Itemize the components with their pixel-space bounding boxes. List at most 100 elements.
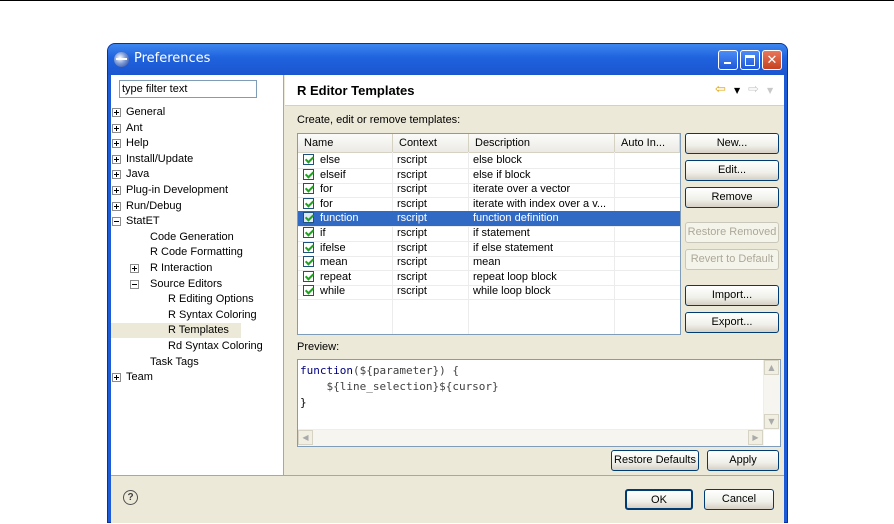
tree-item-plug-in-development[interactable]: Plug-in Development: [111, 183, 249, 198]
table-row[interactable]: elseif rscript else if block: [298, 168, 680, 184]
enabled-checkbox[interactable]: [303, 256, 314, 268]
new-button[interactable]: New...: [685, 133, 779, 154]
restore-removed-button[interactable]: Restore Removed: [685, 222, 779, 243]
scroll-right-icon[interactable]: ▶: [748, 430, 763, 445]
enabled-checkbox[interactable]: [303, 241, 314, 253]
enabled-checkbox[interactable]: [303, 227, 314, 238]
scroll-up-icon[interactable]: ▲: [764, 360, 779, 375]
table-row[interactable]: while rscript while loop block: [298, 284, 680, 301]
column-header-context[interactable]: Context: [393, 134, 469, 152]
tree-item-run-debug[interactable]: Run/Debug: [111, 199, 187, 214]
tree-item-code-generation[interactable]: Code Generation: [111, 230, 248, 245]
expand-icon[interactable]: [112, 124, 121, 133]
import-button[interactable]: Import...: [685, 285, 779, 306]
tree-item-label: Install/Update: [126, 153, 194, 165]
cell-context: rscript: [397, 270, 427, 283]
tree-item-java[interactable]: Java: [111, 167, 156, 182]
preview-horizontal-scrollbar[interactable]: ◀ ▶: [298, 429, 764, 446]
scroll-down-icon[interactable]: ▼: [764, 414, 779, 429]
page-title: R Editor Templates: [297, 83, 415, 98]
cell-context: rscript: [397, 168, 427, 181]
back-dropdown-icon[interactable]: ▼: [734, 86, 740, 95]
expand-icon[interactable]: [112, 108, 121, 117]
cell-description: if statement: [473, 227, 530, 239]
table-row[interactable]: if rscript if statement: [298, 226, 680, 242]
expand-icon[interactable]: [112, 170, 121, 179]
preview-editor[interactable]: function(${parameter}) { ${line_selectio…: [297, 359, 781, 447]
tree-item-label: R Syntax Coloring: [168, 309, 257, 321]
export-button[interactable]: Export...: [685, 312, 779, 333]
tree-item-r-syntax-coloring[interactable]: R Syntax Coloring: [111, 308, 278, 323]
expand-icon[interactable]: [130, 264, 139, 273]
maximize-button[interactable]: [740, 50, 760, 70]
cell-context: rscript: [397, 227, 427, 239]
tree-item-r-editing-options[interactable]: R Editing Options: [111, 292, 278, 307]
table-row[interactable]: for rscript iterate with index over a v...: [298, 197, 680, 213]
expand-icon[interactable]: [112, 155, 121, 164]
table-row[interactable]: else rscript else block: [298, 153, 680, 169]
tree-item-task-tags[interactable]: Task Tags: [111, 355, 211, 370]
collapse-icon[interactable]: [130, 280, 139, 289]
forward-dropdown-icon[interactable]: ▼: [767, 86, 773, 95]
tree-item-install-update[interactable]: Install/Update: [111, 152, 218, 167]
ok-button[interactable]: OK: [625, 489, 693, 510]
restore-defaults-button[interactable]: Restore Defaults: [611, 450, 699, 471]
revert-to-default-button[interactable]: Revert to Default: [685, 249, 779, 270]
cell-name: ifelse: [320, 241, 346, 254]
collapse-icon[interactable]: [112, 217, 121, 226]
enabled-checkbox[interactable]: [303, 270, 314, 282]
filter-input[interactable]: type filter text: [119, 80, 257, 98]
preview-line: }: [300, 396, 307, 409]
table-row[interactable]: ifelse rscript if else statement: [298, 241, 680, 257]
tree-item-help[interactable]: Help: [111, 136, 156, 151]
tree-item-rd-syntax-coloring[interactable]: Rd Syntax Coloring: [111, 339, 285, 354]
preview-line: function(${parameter}) {: [300, 364, 459, 377]
cell-description: iterate over a vector: [473, 183, 571, 196]
enabled-checkbox[interactable]: [303, 183, 314, 195]
table-row[interactable]: mean rscript mean: [298, 255, 680, 272]
enabled-checkbox[interactable]: [303, 197, 314, 209]
preview-vertical-scrollbar[interactable]: ▲ ▼: [763, 360, 780, 430]
enabled-checkbox[interactable]: [303, 212, 314, 224]
page-header: R Editor Templates ⇦ ▼ ⇨ ▼: [285, 75, 784, 106]
expand-icon[interactable]: [112, 139, 121, 148]
tree-item-r-code-formatting[interactable]: R Code Formatting: [111, 245, 260, 260]
tree-item-r-interaction[interactable]: R Interaction: [111, 261, 236, 276]
remove-button[interactable]: Remove: [685, 187, 779, 208]
expand-icon[interactable]: [112, 202, 121, 211]
enabled-checkbox[interactable]: [303, 285, 314, 297]
cell-description: iterate with index over a v...: [473, 197, 607, 210]
enabled-checkbox[interactable]: [303, 168, 314, 180]
table-row[interactable]: for rscript iterate over a vector: [298, 182, 680, 199]
cell-context: rscript: [397, 256, 427, 269]
edit-button[interactable]: Edit...: [685, 160, 779, 181]
eclipse-icon: [114, 52, 129, 67]
tree-item-label: R Editing Options: [168, 293, 254, 305]
cancel-button[interactable]: Cancel: [704, 489, 774, 510]
templates-page: R Editor Templates ⇦ ▼ ⇨ ▼ Create, edit …: [285, 75, 784, 475]
table-row[interactable]: function rscript function definition: [298, 211, 680, 228]
close-button[interactable]: ✕: [762, 50, 782, 70]
minimize-button[interactable]: [718, 50, 738, 70]
apply-button[interactable]: Apply: [707, 450, 779, 471]
enabled-checkbox[interactable]: [303, 154, 314, 165]
scroll-left-icon[interactable]: ◀: [298, 430, 313, 445]
tree-item-statet[interactable]: StatET: [111, 214, 168, 229]
cell-context: rscript: [397, 212, 427, 225]
tree-item-r-templates[interactable]: R Templates: [111, 323, 242, 338]
title-bar[interactable]: Preferences ✕: [108, 44, 787, 75]
tree-item-general[interactable]: General: [111, 105, 174, 120]
column-header-name[interactable]: Name: [298, 134, 393, 152]
tree-item-source-editors[interactable]: Source Editors: [111, 277, 242, 292]
tree-item-ant[interactable]: Ant: [111, 121, 150, 136]
back-arrow-icon[interactable]: ⇦: [715, 82, 726, 97]
tree-item-team[interactable]: Team: [111, 370, 156, 385]
help-icon[interactable]: ?: [123, 490, 138, 505]
tree-item-label: R Code Formatting: [150, 246, 243, 258]
forward-arrow-icon[interactable]: ⇨: [748, 82, 759, 97]
expand-icon[interactable]: [112, 373, 121, 382]
column-header-auto-insert[interactable]: Auto In...: [615, 134, 680, 152]
expand-icon[interactable]: [112, 186, 121, 195]
table-row[interactable]: repeat rscript repeat loop block: [298, 270, 680, 286]
column-header-description[interactable]: Description: [469, 134, 615, 152]
